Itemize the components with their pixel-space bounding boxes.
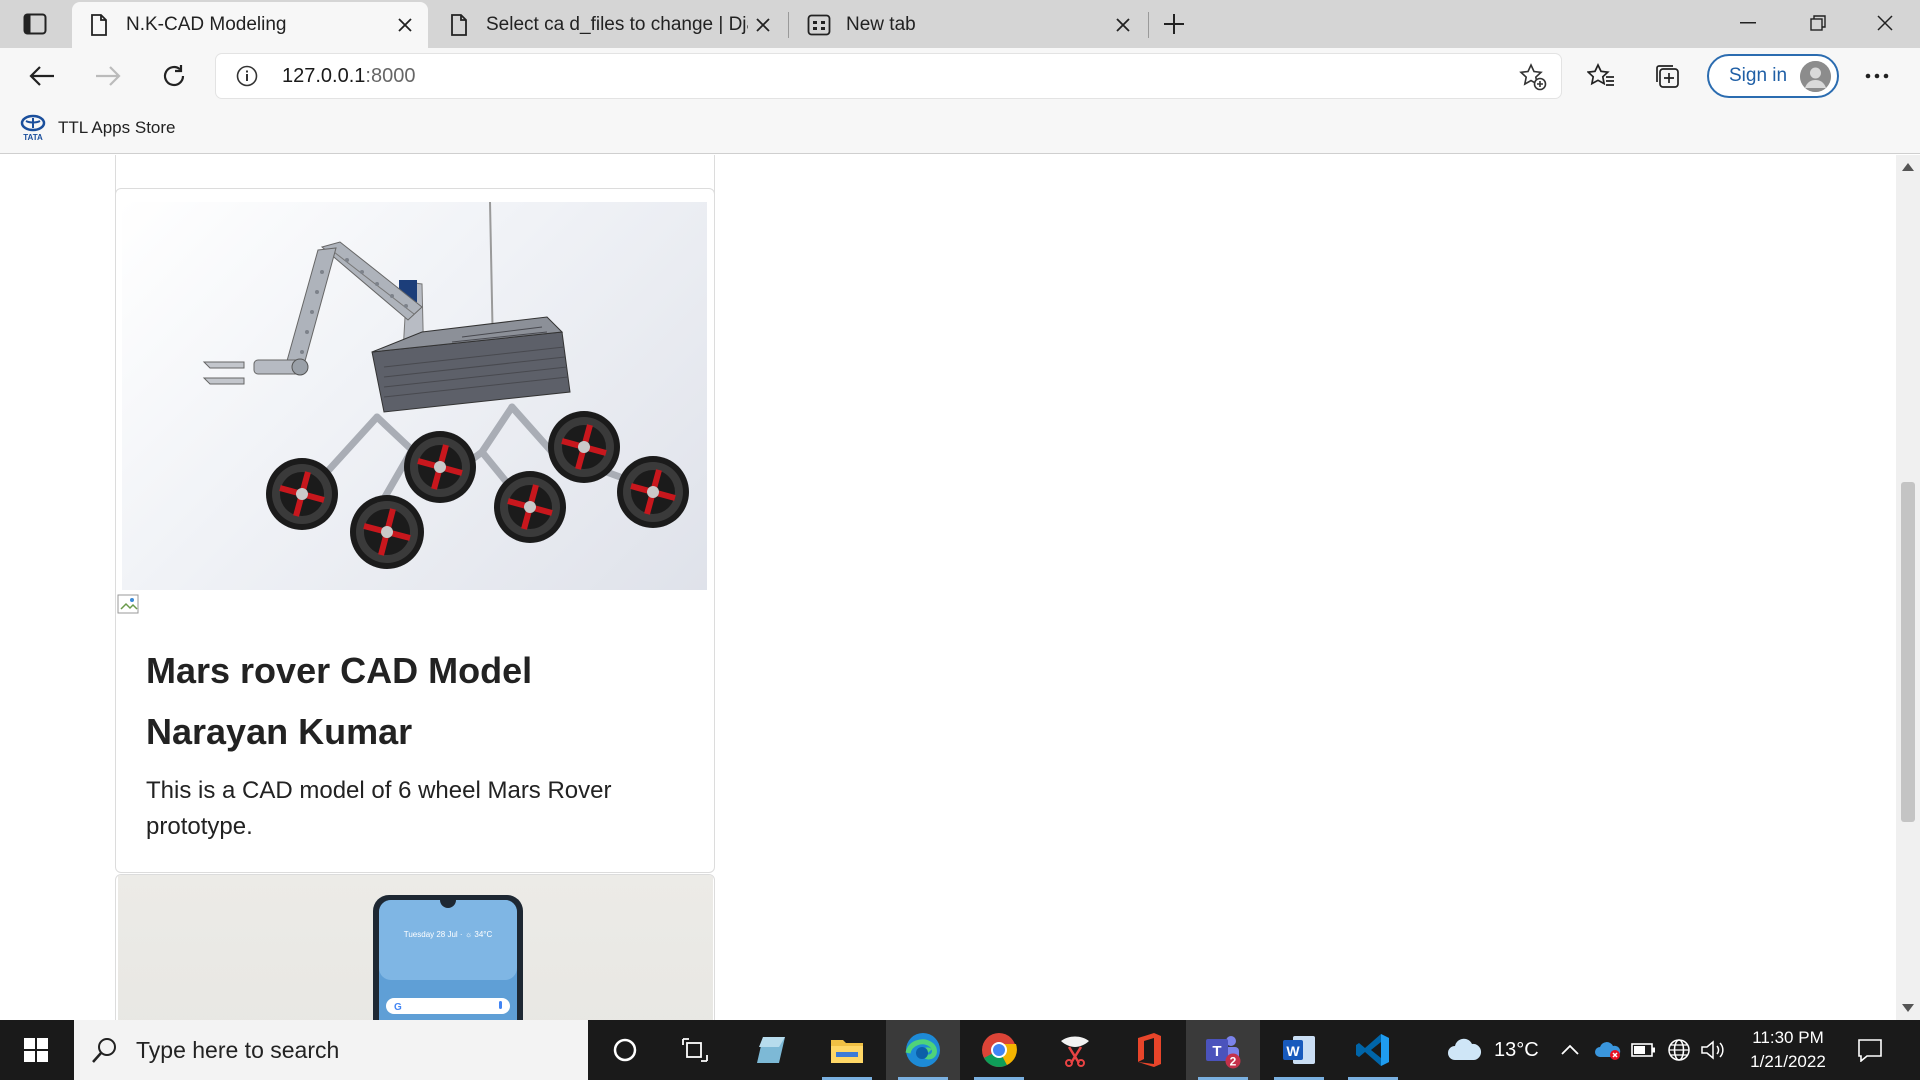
- refresh-button[interactable]: [154, 58, 194, 94]
- svg-text:T: T: [1212, 1043, 1221, 1060]
- address-bar[interactable]: 127.0.0.1:8000: [216, 54, 1561, 98]
- tab-new-tab[interactable]: New tab: [792, 2, 1146, 48]
- onedrive-icon[interactable]: [1594, 1039, 1622, 1061]
- scroll-down-icon[interactable]: [1902, 1004, 1914, 1012]
- browser-toolbar: 127.0.0.1:8000 Sign in: [0, 48, 1920, 104]
- tab-title: N.K-CAD Modeling: [126, 14, 287, 35]
- tab-select-cad-files[interactable]: Select ca d_files to change | Djan: [432, 2, 786, 48]
- new-tab-button[interactable]: [1156, 6, 1192, 42]
- avatar-icon: [1800, 61, 1831, 92]
- tab-strip: N.K-CAD Modeling Select ca d_files to ch…: [0, 0, 1920, 48]
- project-card-next: Tuesday 28 Jul · ☼ 34°C G: [115, 874, 715, 1020]
- teams-icon[interactable]: T 2: [1186, 1020, 1260, 1080]
- close-icon[interactable]: [748, 10, 778, 40]
- card-author: Narayan Kumar: [146, 711, 413, 752]
- scroll-up-icon[interactable]: [1902, 163, 1914, 171]
- svg-text:W: W: [1286, 1043, 1300, 1059]
- more-menu-icon[interactable]: [1858, 58, 1896, 94]
- system-tray: [1560, 1020, 1726, 1080]
- back-button[interactable]: [22, 58, 62, 94]
- tab-separator: [1148, 12, 1149, 38]
- svg-text:TATA: TATA: [23, 133, 43, 142]
- clock-date: 1/21/2022: [1750, 1052, 1826, 1071]
- wheel: [266, 458, 338, 530]
- project-card: Mars rover CAD Model Narayan Kumar This …: [115, 188, 715, 873]
- network-globe-icon[interactable]: [1666, 1037, 1692, 1063]
- close-window-button[interactable]: [1850, 0, 1920, 46]
- tab-title: Select ca d_files to change | Djan: [486, 14, 748, 35]
- svg-text:G: G: [394, 1002, 402, 1013]
- favorites-bar: TATA TTL Apps Store: [0, 104, 1920, 154]
- restore-button[interactable]: [1783, 0, 1853, 46]
- weather-temp: 13°C: [1494, 1038, 1539, 1061]
- add-favorite-icon[interactable]: [1519, 63, 1547, 91]
- windows-logo-icon: [24, 1038, 48, 1062]
- tata-logo-icon: TATA: [20, 114, 46, 142]
- svg-text:Tuesday 28 Jul · ☼ 34°C: Tuesday 28 Jul · ☼ 34°C: [404, 930, 493, 939]
- favorites-icon[interactable]: [1582, 58, 1620, 94]
- file-explorer-icon[interactable]: [810, 1020, 884, 1080]
- page-scrollbar[interactable]: [1896, 155, 1920, 1020]
- favorite-ttl-apps-store[interactable]: TATA TTL Apps Store: [18, 114, 175, 142]
- app-icon[interactable]: [734, 1020, 808, 1080]
- url-text: 127.0.0.1:8000: [282, 65, 416, 87]
- weather-widget[interactable]: 13°C: [1446, 1020, 1539, 1080]
- start-button[interactable]: [0, 1020, 72, 1080]
- sign-in-label: Sign in: [1729, 65, 1788, 86]
- card-title: Mars rover CAD Model: [146, 650, 533, 691]
- cortana-icon[interactable]: [588, 1020, 662, 1080]
- clock-time: 11:30 PM: [1752, 1028, 1824, 1047]
- search-icon: [92, 1038, 116, 1063]
- tab-separator: [788, 12, 789, 38]
- teams-badge: 2: [1230, 1055, 1237, 1069]
- minimize-button[interactable]: [1713, 0, 1783, 46]
- snipping-tool-icon[interactable]: [1038, 1020, 1112, 1080]
- broken-image-icon: [117, 594, 141, 616]
- site-info-icon[interactable]: [236, 65, 258, 87]
- favorite-label: TTL Apps Store: [58, 118, 176, 137]
- windows-taskbar: Type here to search T 2 W 13°C 11:30 PM …: [0, 1020, 1920, 1080]
- edge-icon[interactable]: [886, 1020, 960, 1080]
- taskbar-clock[interactable]: 11:30 PM 1/21/2022: [1738, 1026, 1838, 1074]
- vscode-icon[interactable]: [1336, 1020, 1410, 1080]
- tab-title: New tab: [846, 14, 916, 35]
- task-view-icon[interactable]: [658, 1020, 732, 1080]
- page-icon: [446, 12, 472, 38]
- battery-icon[interactable]: [1630, 1041, 1658, 1059]
- close-icon[interactable]: [390, 10, 420, 40]
- tab-actions-icon[interactable]: [14, 10, 56, 38]
- smartphone-image: Tuesday 28 Jul · ☼ 34°C G: [118, 875, 713, 1020]
- close-icon[interactable]: [1108, 10, 1138, 40]
- page-icon: [86, 12, 112, 38]
- sign-in-button[interactable]: Sign in: [1707, 54, 1839, 98]
- newtab-page-icon: [806, 12, 832, 38]
- volume-icon[interactable]: [1700, 1039, 1726, 1061]
- card-description: This is a CAD model of 6 wheel Mars Rove…: [146, 777, 612, 840]
- tab-nk-cad-modeling[interactable]: N.K-CAD Modeling: [72, 2, 428, 48]
- chrome-icon[interactable]: [962, 1020, 1036, 1080]
- word-icon[interactable]: W: [1262, 1020, 1336, 1080]
- office-icon[interactable]: [1112, 1020, 1186, 1080]
- scroll-thumb[interactable]: [1901, 482, 1915, 822]
- forward-button[interactable]: [88, 58, 128, 94]
- collections-icon[interactable]: [1648, 58, 1686, 94]
- page-viewport: Mars rover CAD Model Narayan Kumar This …: [0, 155, 1896, 1020]
- mars-rover-image: [122, 202, 707, 590]
- taskbar-search-input[interactable]: Type here to search: [74, 1020, 588, 1080]
- search-placeholder: Type here to search: [136, 1036, 340, 1063]
- show-hidden-icons-icon[interactable]: [1560, 1043, 1580, 1057]
- cloud-icon: [1448, 1038, 1482, 1060]
- notification-center-icon[interactable]: [1850, 1032, 1890, 1068]
